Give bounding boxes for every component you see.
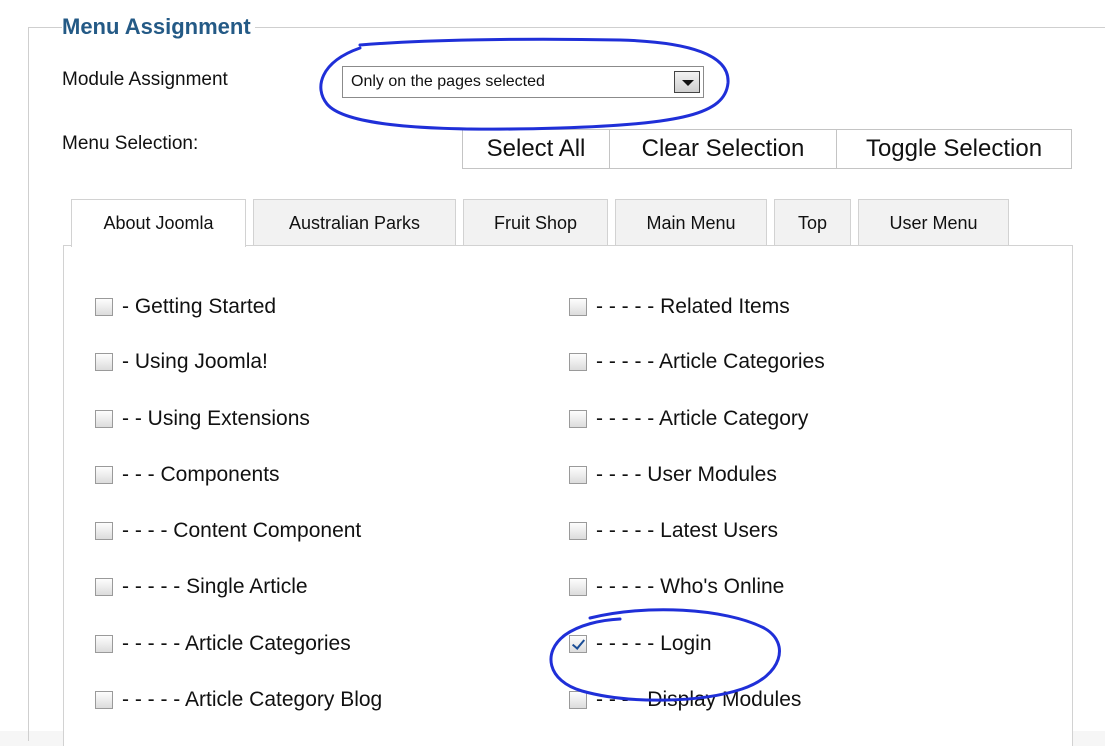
checkbox[interactable] bbox=[95, 635, 113, 653]
menu-item-checkbox-row[interactable]: - - - - - Single Article bbox=[95, 572, 308, 602]
menu-item-label: - - - - - Article Category bbox=[596, 407, 809, 430]
menu-item-checkbox-row[interactable]: - - - - Display Modules bbox=[569, 685, 801, 715]
menu-item-checkbox-row[interactable]: - - - - User Modules bbox=[569, 460, 777, 490]
chevron-down-icon[interactable] bbox=[674, 71, 700, 93]
checkbox[interactable] bbox=[569, 466, 587, 484]
menu-item-checkbox-row[interactable]: - Getting Started bbox=[95, 292, 276, 322]
tab-main-menu[interactable]: Main Menu bbox=[615, 199, 767, 246]
menu-selection-label: Menu Selection: bbox=[62, 133, 199, 154]
checkbox[interactable] bbox=[95, 578, 113, 596]
menu-assignment-panel: Menu Assignment Module Assignment Only o… bbox=[0, 0, 1105, 746]
menu-item-label: - Using Joomla! bbox=[122, 350, 268, 373]
menu-item-checkbox-row[interactable]: - - - - - Latest Users bbox=[569, 516, 778, 546]
menu-item-checkbox-row[interactable]: - - Using Extensions bbox=[95, 404, 310, 434]
checkbox[interactable] bbox=[569, 298, 587, 316]
tab-fruit-shop[interactable]: Fruit Shop bbox=[463, 199, 608, 246]
menu-item-checkbox-row[interactable]: - - - - - Article Categories bbox=[95, 629, 351, 659]
menu-item-checkbox-row[interactable]: - Using Joomla! bbox=[95, 347, 268, 377]
menu-item-checkbox-row[interactable]: - - - - - Article Category bbox=[569, 404, 808, 434]
checkbox[interactable] bbox=[569, 410, 587, 428]
tab-about-joomla[interactable]: About Joomla bbox=[71, 199, 246, 247]
checkbox[interactable] bbox=[569, 578, 587, 596]
checkbox[interactable] bbox=[95, 522, 113, 540]
menu-item-label: - - - - - Article Categories bbox=[596, 350, 825, 373]
menu-item-label: - - - - - Single Article bbox=[122, 575, 308, 598]
menu-item-label: - - - Components bbox=[122, 463, 280, 486]
checkbox[interactable] bbox=[569, 522, 587, 540]
checkbox[interactable] bbox=[569, 691, 587, 709]
menu-item-label: - - - - - Login bbox=[596, 632, 712, 655]
menu-item-label: - - - - - Related Items bbox=[596, 295, 790, 318]
tab-user-menu[interactable]: User Menu bbox=[858, 199, 1009, 246]
menu-item-label: - - - - - Article Categories bbox=[122, 632, 351, 655]
menu-item-checkbox-row[interactable]: - - - - - Related Items bbox=[569, 292, 790, 322]
menu-item-checkbox-row[interactable]: - - - - - Article Categories bbox=[569, 347, 825, 377]
module-assignment-select[interactable]: Only on the pages selected bbox=[342, 66, 704, 98]
checkbox[interactable] bbox=[95, 466, 113, 484]
clear-selection-button[interactable]: Clear Selection bbox=[609, 129, 837, 169]
menu-item-login-row[interactable]: - - - - - Login bbox=[569, 629, 712, 659]
menu-item-checkbox-row[interactable]: - - - - - Who's Online bbox=[569, 572, 784, 602]
module-assignment-value: Only on the pages selected bbox=[351, 73, 545, 90]
menu-item-label: - - - - - Article Category Blog bbox=[122, 688, 383, 711]
menu-item-label: - - - - User Modules bbox=[596, 463, 777, 486]
section-legend: Menu Assignment bbox=[62, 14, 255, 40]
module-assignment-label: Module Assignment bbox=[62, 69, 228, 90]
menu-item-label: - Getting Started bbox=[122, 295, 277, 318]
checkbox-checked[interactable] bbox=[569, 635, 587, 653]
menu-item-label: - - Using Extensions bbox=[122, 407, 310, 430]
checkbox[interactable] bbox=[569, 353, 587, 371]
toggle-selection-button[interactable]: Toggle Selection bbox=[836, 129, 1072, 169]
checkbox[interactable] bbox=[95, 410, 113, 428]
menu-item-label: - - - - - Latest Users bbox=[596, 519, 779, 542]
select-all-button[interactable]: Select All bbox=[462, 129, 610, 169]
menu-item-label: - - - - Content Component bbox=[122, 519, 362, 542]
tab-australian-parks[interactable]: Australian Parks bbox=[253, 199, 456, 246]
menu-item-checkbox-row[interactable]: - - - - Content Component bbox=[95, 516, 361, 546]
checkbox[interactable] bbox=[95, 353, 113, 371]
checkbox[interactable] bbox=[95, 691, 113, 709]
checkbox[interactable] bbox=[95, 298, 113, 316]
menu-item-label: - - - - Display Modules bbox=[596, 688, 802, 711]
menu-item-checkbox-row[interactable]: - - - Components bbox=[95, 460, 280, 490]
menu-item-checkbox-row[interactable]: - - - - - Article Category Blog bbox=[95, 685, 382, 715]
tab-top[interactable]: Top bbox=[774, 199, 851, 246]
menu-item-label: - - - - - Who's Online bbox=[596, 575, 785, 598]
